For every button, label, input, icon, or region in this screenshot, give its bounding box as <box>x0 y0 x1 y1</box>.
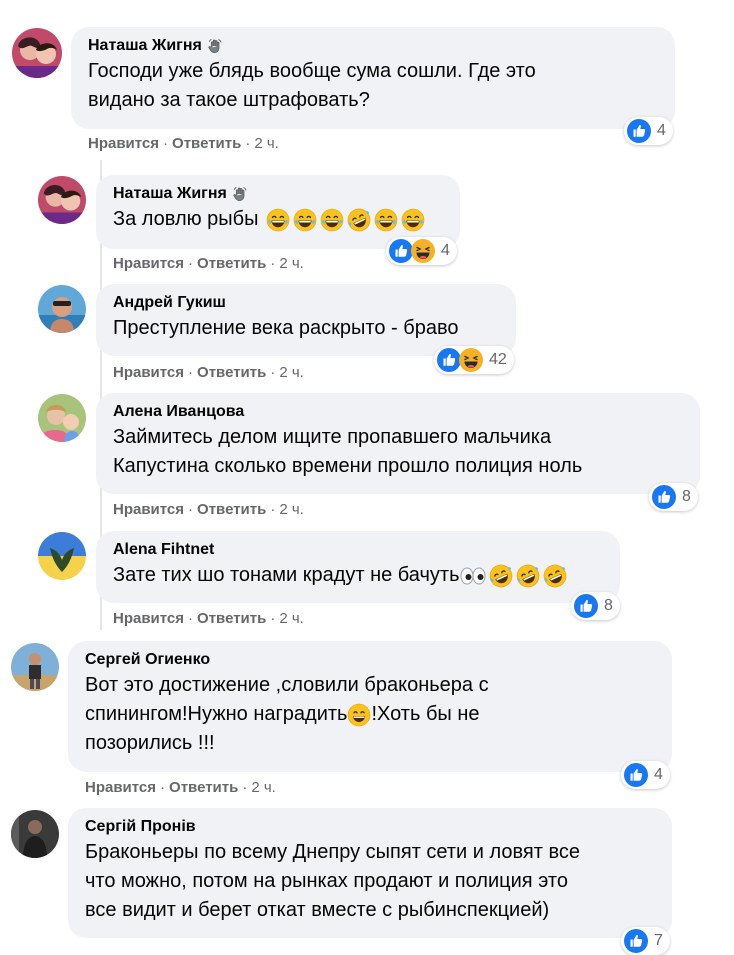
reply-link[interactable]: Ответить <box>172 135 241 152</box>
grinning-sweat-emoji-icon <box>320 208 344 232</box>
like-link[interactable]: Нравится <box>85 779 156 796</box>
reaction-summary[interactable]: 4 <box>624 117 673 145</box>
comment-author[interactable]: Наташа Жигня <box>88 35 202 57</box>
like-icon <box>624 763 648 787</box>
like-icon <box>652 485 676 509</box>
comment-bubble: Алена Иванцова Займитесь делом ищите про… <box>96 393 700 494</box>
avatar[interactable] <box>38 394 86 442</box>
comment-bubble: Наташа Жигня Господи уже блядь вообще су… <box>71 27 675 129</box>
comment-text: Господи уже блядь вообще сума сошли. Где… <box>88 60 536 111</box>
eyes-emoji-icon <box>459 567 487 585</box>
reaction-summary[interactable]: 8 <box>649 483 698 511</box>
reaction-count: 4 <box>441 242 450 259</box>
rofl-emoji-icon <box>516 564 540 588</box>
grinning-sweat-emoji-icon <box>374 208 398 232</box>
comment-text: Браконьеры по всему Днепру сыпят сети и … <box>85 841 580 921</box>
avatar[interactable] <box>38 532 86 580</box>
rofl-emoji-icon <box>347 208 371 232</box>
reaction-count: 7 <box>654 932 663 949</box>
comment-bubble: Alena Fihtnet Зате тих шо тонами крадут … <box>96 531 620 603</box>
reaction-count: 8 <box>682 488 691 505</box>
rofl-emoji-icon <box>489 564 513 588</box>
waving-hand-icon <box>206 37 224 55</box>
comment-author[interactable]: Алена Иванцова <box>113 401 244 423</box>
reaction-summary[interactable]: 4 <box>386 237 457 265</box>
haha-icon <box>411 239 435 263</box>
reaction-count: 4 <box>657 122 666 139</box>
comment-actions: Нравится · Ответить · 2 ч. <box>113 501 304 518</box>
reaction-summary[interactable]: 42 <box>434 346 514 374</box>
thread-branch <box>100 160 102 161</box>
avatar[interactable] <box>11 643 59 691</box>
like-icon <box>627 119 651 143</box>
comment-text: За ловлю рыбы <box>113 205 448 234</box>
waving-hand-icon <box>231 185 249 203</box>
reaction-count: 4 <box>654 766 663 783</box>
comment-actions: Нравится · Ответить · 2 ч. <box>113 610 304 627</box>
comment-actions: Нравится · Ответить · 2 ч. <box>113 364 304 381</box>
reaction-summary[interactable]: 4 <box>621 761 670 789</box>
comment-bubble: Сергей Огиенко Вот это достижение ,слови… <box>68 641 672 772</box>
comment-text: Займитесь делом ищите пропавшего мальчик… <box>113 426 583 477</box>
like-icon <box>624 929 648 953</box>
comment-text: Вот это достижение ,словили браконьера с… <box>85 674 489 754</box>
comment-actions: Нравится · Ответить · 2 ч. <box>85 779 276 796</box>
comment-actions: Нравится · Ответить · 2 ч. <box>88 135 279 152</box>
reaction-summary[interactable]: 7 <box>621 927 670 955</box>
comment-text: Преступление века раскрыто - браво <box>113 317 459 339</box>
haha-icon <box>459 348 483 372</box>
comment-time[interactable]: 2 ч. <box>279 610 304 627</box>
reply-link[interactable]: Ответить <box>197 255 266 272</box>
comment-time[interactable]: 2 ч. <box>254 135 279 152</box>
like-icon <box>574 594 598 618</box>
reaction-summary[interactable]: 8 <box>571 592 620 620</box>
comment-author[interactable]: Наташа Жигня <box>113 183 227 205</box>
grinning-sweat-emoji-icon <box>401 208 425 232</box>
comment-time[interactable]: 2 ч. <box>279 255 304 272</box>
avatar[interactable] <box>38 285 86 333</box>
reaction-count: 8 <box>604 597 613 614</box>
avatar[interactable] <box>12 28 62 78</box>
rofl-emoji-icon <box>543 564 567 588</box>
comment-actions: Нравится · Ответить · 2 ч. <box>113 255 304 272</box>
like-icon <box>437 348 461 372</box>
comment-author[interactable]: Alena Fihtnet <box>113 539 214 561</box>
like-link[interactable]: Нравится <box>113 501 184 518</box>
reaction-count: 42 <box>489 351 507 368</box>
like-link[interactable]: Нравится <box>113 610 184 627</box>
comment-time[interactable]: 2 ч. <box>251 779 276 796</box>
like-icon <box>389 239 413 263</box>
comment-text: Зате тих шо тонами крадут не бачуть <box>113 561 608 590</box>
reply-link[interactable]: Ответить <box>197 364 266 381</box>
reply-link[interactable]: Ответить <box>169 779 238 796</box>
reply-link[interactable]: Ответить <box>197 501 266 518</box>
comment-bubble: Сергій Пронів Браконьеры по всему Днепру… <box>68 808 672 938</box>
grinning-sweat-emoji-icon <box>266 208 290 232</box>
comment-time[interactable]: 2 ч. <box>279 501 304 518</box>
grinning-sweat-emoji-icon <box>347 703 371 727</box>
comment-author[interactable]: Сергій Пронів <box>85 816 196 838</box>
reply-link[interactable]: Ответить <box>197 610 266 627</box>
comment-author[interactable]: Сергей Огиенко <box>85 649 210 671</box>
comment-author[interactable]: Андрей Гукиш <box>113 292 226 314</box>
grinning-sweat-emoji-icon <box>293 208 317 232</box>
avatar[interactable] <box>11 810 59 858</box>
avatar[interactable] <box>38 176 86 224</box>
comment-time[interactable]: 2 ч. <box>279 364 304 381</box>
like-link[interactable]: Нравится <box>113 364 184 381</box>
like-link[interactable]: Нравится <box>88 135 159 152</box>
like-link[interactable]: Нравится <box>113 255 184 272</box>
